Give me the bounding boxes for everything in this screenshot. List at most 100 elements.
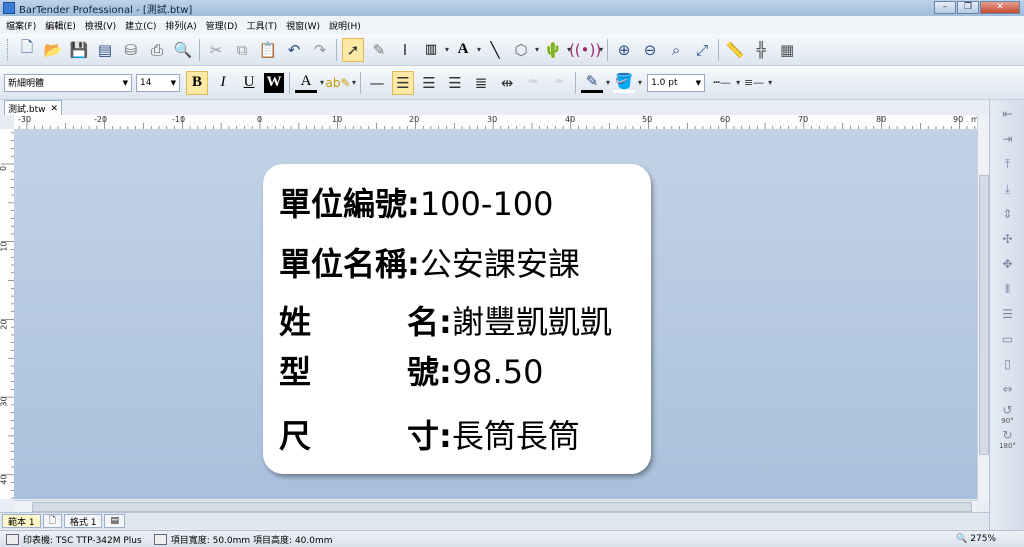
page-setup-icon[interactable]: ▤	[94, 38, 116, 62]
guides-icon[interactable]: ╬	[750, 38, 772, 62]
rfid-icon[interactable]: ((•))	[569, 38, 601, 62]
font-color-chevron-icon[interactable]: ▾	[320, 78, 324, 87]
document-tab[interactable]: 測試.btw ✕	[4, 100, 62, 116]
center-both-icon[interactable]: ✥	[996, 253, 1020, 275]
line-end-chevron-icon[interactable]: ▾	[768, 78, 772, 87]
shape-tool-icon[interactable]: ⬡	[510, 38, 532, 62]
label-field-unit-number[interactable]: 單位編號:100-100	[279, 186, 554, 222]
close-icon[interactable]: ✕	[50, 104, 58, 114]
menu-view[interactable]: 檢視(V)	[85, 19, 116, 32]
line-style-icon[interactable]: ┅—	[711, 71, 733, 95]
horizontal-scroll-thumb[interactable]	[32, 502, 972, 512]
rfid-dropdown-chevron-icon[interactable]: ▾	[599, 45, 603, 54]
tab-add-format[interactable]: ▤	[104, 514, 125, 528]
center-vertical-icon[interactable]: ✣	[996, 228, 1020, 250]
font-name-select[interactable]: 新細明體 ▼	[4, 73, 132, 92]
paste-icon[interactable]: 📋	[257, 38, 279, 62]
save-icon[interactable]: 💾	[68, 38, 90, 62]
font-color-icon[interactable]: A	[295, 72, 317, 93]
menu-administer[interactable]: 管理(D)	[206, 19, 238, 32]
barcode-dropdown-chevron-icon[interactable]: ▾	[445, 45, 449, 54]
zoom-out-icon[interactable]: ⊖	[639, 38, 661, 62]
cut-icon[interactable]: ✂	[205, 38, 227, 62]
text-dropdown-chevron-icon[interactable]: ▾	[477, 45, 481, 54]
design-canvas[interactable]: 單位編號:100-100 單位名稱:公安課安課 姓 名:謝豐凱凱凱 型 號:98…	[14, 129, 989, 499]
barcode-icon[interactable]: ▥	[420, 38, 442, 62]
line-color-chevron-icon[interactable]: ▾	[606, 78, 610, 87]
menu-window[interactable]: 視窗(W)	[286, 19, 320, 32]
align-right-edges-icon[interactable]: ⇥	[996, 128, 1020, 150]
eraser-brush-icon[interactable]: ✎	[368, 38, 390, 62]
same-height-icon[interactable]: ▯	[996, 353, 1020, 375]
align-left-icon[interactable]: ☰	[392, 70, 415, 95]
shape-dropdown-chevron-icon[interactable]: ▾	[535, 45, 539, 54]
label-template[interactable]: 單位編號:100-100 單位名稱:公安課安課 姓 名:謝豐凱凱凱 型 號:98…	[263, 164, 651, 474]
same-width-icon[interactable]: ▭	[996, 328, 1020, 350]
distribute-horizontal-icon[interactable]: ⫴	[996, 278, 1020, 300]
picture-tool-icon[interactable]: 🌵	[542, 38, 564, 62]
menu-tools[interactable]: 工具(T)	[247, 19, 278, 32]
toolbar-grip[interactable]	[7, 38, 11, 61]
fit-width-icon[interactable]: ⇹	[496, 71, 518, 95]
tab-add-template[interactable]: 🗋	[42, 514, 62, 528]
line-end-icon[interactable]: ≡—	[743, 71, 765, 95]
line-style-chevron-icon[interactable]: ▾	[736, 78, 740, 87]
align-bottom-icon[interactable]: ⤓	[996, 178, 1020, 200]
new-file-icon[interactable]: 🗋	[16, 38, 38, 62]
fill-color-icon[interactable]: 🪣	[613, 72, 636, 93]
fill-color-chevron-icon[interactable]: ▾	[638, 78, 642, 87]
zoom-window-icon[interactable]: ⌕	[665, 38, 687, 62]
zoom-in-icon[interactable]: ⊕	[613, 38, 635, 62]
tab-format-1[interactable]: 格式 1	[63, 514, 103, 528]
align-center-icon[interactable]: ☰	[418, 71, 440, 95]
menu-help[interactable]: 說明(H)	[329, 19, 361, 32]
tab-template-1[interactable]: 範本 1	[2, 514, 41, 528]
highlight-chevron-icon[interactable]: ▾	[352, 78, 356, 87]
label-field-size[interactable]: 尺 寸:長筒長筒	[279, 418, 580, 454]
copy-icon[interactable]: ⧉	[231, 38, 253, 62]
print-icon[interactable]: ⎙	[146, 38, 168, 62]
label-field-model[interactable]: 型 號:98.50	[279, 354, 543, 390]
align-top-icon[interactable]: ⤒	[996, 153, 1020, 175]
align-none-icon[interactable]: —	[366, 71, 388, 95]
justify-icon[interactable]: ≣	[470, 71, 492, 95]
italic-button[interactable]: I	[212, 71, 234, 95]
text-cursor-icon[interactable]: Ι	[394, 38, 416, 62]
grid-icon[interactable]: ▦	[776, 38, 798, 62]
restore-button[interactable]: ❐	[957, 1, 979, 14]
label-field-unit-name[interactable]: 單位名稱:公安課安課	[279, 246, 580, 282]
font-size-select[interactable]: 14 ▼	[136, 73, 180, 92]
inverse-text-button[interactable]: W	[264, 72, 284, 93]
ruler-icon[interactable]: 📏	[724, 38, 746, 62]
zoom-fit-icon[interactable]: ⤢	[691, 38, 713, 62]
bold-button[interactable]: B	[186, 70, 208, 95]
menu-file[interactable]: 檔案(F)	[6, 19, 36, 32]
print-preview-icon[interactable]: 🔍	[172, 38, 194, 62]
vertical-scroll-thumb[interactable]	[979, 175, 989, 455]
text-arc-up-icon[interactable]: ᴬᴮᶜ	[522, 71, 544, 95]
database-icon[interactable]: ⛁	[120, 38, 142, 62]
menu-arrange[interactable]: 排列(A)	[165, 19, 196, 32]
open-folder-icon[interactable]: 📂	[42, 38, 64, 62]
undo-icon[interactable]: ↶	[283, 38, 305, 62]
align-left-edges-icon[interactable]: ⇤	[996, 103, 1020, 125]
underline-button[interactable]: U	[238, 71, 260, 95]
distribute-vertical-icon[interactable]: ☰	[996, 303, 1020, 325]
text-tool-icon[interactable]: A	[452, 38, 474, 62]
center-horizontal-icon[interactable]: ⇕	[996, 203, 1020, 225]
minimize-button[interactable]: –	[934, 1, 956, 14]
menu-create[interactable]: 建立(C)	[125, 19, 156, 32]
close-button[interactable]: ✕	[980, 1, 1020, 14]
select-pointer-icon[interactable]: ➚	[342, 37, 364, 62]
rotate-180-icon[interactable]: ↻ 180°	[996, 428, 1020, 450]
redo-icon[interactable]: ↷	[309, 38, 331, 62]
status-printer[interactable]: 印表機: TSC TTP-342M Plus	[0, 533, 148, 546]
label-field-name[interactable]: 姓 名:謝豐凱凱凱	[279, 304, 612, 340]
line-tool-icon[interactable]: ╲	[484, 38, 506, 62]
line-width-select[interactable]: 1.0 pt ▼	[647, 73, 706, 92]
line-color-icon[interactable]: ✎	[581, 72, 604, 93]
rotate-90-icon[interactable]: ↺ 90°	[996, 403, 1020, 425]
spacing-icon[interactable]: ⇔	[996, 378, 1020, 400]
text-arc-down-icon[interactable]: ᴬᴮᶜ	[548, 71, 570, 95]
menu-edit[interactable]: 編輯(E)	[45, 19, 76, 32]
